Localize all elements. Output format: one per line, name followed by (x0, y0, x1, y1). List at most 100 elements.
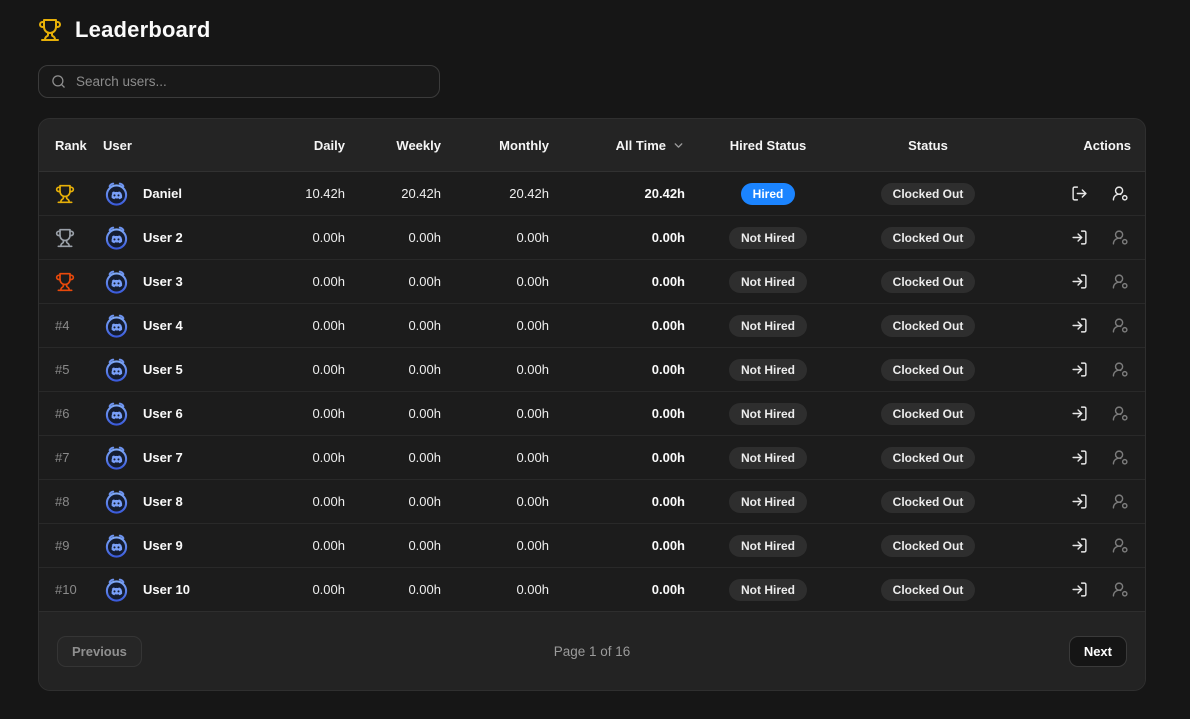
hired-status-badge: Not Hired (729, 534, 807, 557)
table-row: User 2 0.00h 0.00h 0.00h 0.00h Not Hired… (39, 216, 1145, 260)
user-manage-button[interactable] (1112, 537, 1129, 554)
daily-hours: 0.00h (312, 538, 345, 553)
discord-clock-avatar-icon (103, 576, 130, 603)
rank-trophy-icon (55, 272, 75, 292)
log-in-icon (1072, 362, 1087, 377)
user-manage-button[interactable] (1112, 273, 1129, 290)
daily-hours: 0.00h (312, 230, 345, 245)
clock-action-button[interactable] (1071, 185, 1088, 202)
user-manage-button[interactable] (1112, 361, 1129, 378)
weekly-hours: 0.00h (408, 230, 441, 245)
user-name: User 9 (143, 538, 183, 553)
daily-hours: 0.00h (312, 494, 345, 509)
weekly-hours: 20.42h (401, 186, 441, 201)
weekly-hours: 0.00h (408, 582, 441, 597)
clock-action-button[interactable] (1071, 273, 1088, 290)
table-header: Rank User Daily Weekly Monthly All Time … (39, 119, 1145, 172)
clock-action-button[interactable] (1071, 581, 1088, 598)
user-cell: User 2 (95, 224, 259, 251)
clock-action-button[interactable] (1071, 229, 1088, 246)
leaderboard-page: Leaderboard Rank User Daily Weekly Month… (0, 0, 1190, 719)
weekly-hours: 0.00h (408, 362, 441, 377)
weekly-hours: 0.00h (408, 406, 441, 421)
user-manage-button[interactable] (1112, 581, 1129, 598)
daily-hours: 0.00h (312, 406, 345, 421)
rank-number: #8 (55, 494, 70, 509)
page-title: Leaderboard (75, 17, 211, 42)
user-settings-icon (1112, 318, 1128, 333)
all-time-hours: 0.00h (651, 406, 685, 421)
status-badge: Clocked Out (880, 578, 976, 601)
status-badge: Clocked Out (880, 446, 976, 469)
chevron-down-icon (674, 142, 683, 148)
clock-action-button[interactable] (1071, 493, 1088, 510)
status-badge: Clocked Out (880, 534, 976, 557)
clock-action-button[interactable] (1071, 361, 1088, 378)
discord-clock-avatar-icon (103, 224, 130, 251)
user-manage-button[interactable] (1112, 185, 1129, 202)
monthly-hours: 0.00h (516, 318, 549, 333)
daily-hours: 0.00h (312, 274, 345, 289)
trophy-icon (39, 19, 61, 41)
clock-action-button[interactable] (1071, 449, 1088, 466)
user-manage-button[interactable] (1112, 229, 1129, 246)
table-row: #4 User 4 0.00h 0.00h 0.00h 0.00h Not Hi… (39, 304, 1145, 348)
log-in-icon (1072, 494, 1087, 509)
monthly-hours: 20.42h (509, 186, 549, 201)
discord-clock-avatar-icon (103, 356, 130, 383)
clock-action-button[interactable] (1071, 537, 1088, 554)
column-header-rank: Rank (55, 137, 87, 153)
discord-clock-avatar-icon (103, 180, 130, 207)
user-settings-icon (1112, 186, 1128, 201)
status-badge: Clocked Out (880, 314, 976, 337)
previous-page-button[interactable]: Previous (57, 635, 142, 667)
user-manage-button[interactable] (1112, 317, 1129, 334)
log-in-icon (1072, 538, 1087, 553)
user-settings-icon (1112, 406, 1128, 421)
daily-hours: 10.42h (305, 186, 345, 201)
log-in-icon (1072, 406, 1087, 421)
discord-clock-avatar-icon (103, 488, 130, 515)
discord-clock-avatar-icon (103, 400, 130, 427)
monthly-hours: 0.00h (516, 406, 549, 421)
user-cell: User 7 (95, 444, 259, 471)
user-manage-button[interactable] (1112, 449, 1129, 466)
clock-action-button[interactable] (1071, 317, 1088, 334)
all-time-hours: 0.00h (651, 230, 685, 245)
user-manage-button[interactable] (1112, 405, 1129, 422)
weekly-hours: 0.00h (408, 318, 441, 333)
column-header-all-time-label: All Time (615, 137, 666, 153)
log-in-icon (1072, 274, 1087, 289)
user-manage-button[interactable] (1112, 493, 1129, 510)
user-name: User 4 (143, 318, 183, 333)
log-in-icon (1072, 582, 1087, 597)
table-body: Daniel 10.42h 20.42h 20.42h 20.42h Hired… (39, 172, 1145, 611)
user-name: User 10 (143, 582, 190, 597)
status-badge: Clocked Out (880, 358, 976, 381)
pagination: Previous Page 1 of 16 Next (39, 611, 1145, 690)
user-name: Daniel (143, 186, 183, 201)
search-input[interactable] (76, 74, 427, 89)
clock-action-button[interactable] (1071, 405, 1088, 422)
next-page-button[interactable]: Next (1068, 635, 1127, 667)
page-header: Leaderboard (38, 17, 210, 43)
page-info: Page 1 of 16 (553, 643, 631, 659)
table-row: #6 User 6 0.00h 0.00h 0.00h 0.00h Not Hi… (39, 392, 1145, 436)
table-row: #5 User 5 0.00h 0.00h 0.00h 0.00h Not Hi… (39, 348, 1145, 392)
table-row: #8 User 8 0.00h 0.00h 0.00h 0.00h Not Hi… (39, 480, 1145, 524)
discord-clock-avatar-icon (103, 268, 130, 295)
weekly-hours: 0.00h (408, 450, 441, 465)
user-name: User 8 (143, 494, 183, 509)
search-icon (52, 75, 65, 88)
daily-hours: 0.00h (312, 582, 345, 597)
column-header-user: User (103, 137, 132, 153)
user-settings-icon (1112, 362, 1128, 377)
hired-status-badge: Not Hired (729, 402, 807, 425)
user-name: User 7 (143, 450, 183, 465)
table-row: #10 User 10 0.00h 0.00h 0.00h 0.00h Not … (39, 568, 1145, 611)
user-cell: User 8 (95, 488, 259, 515)
discord-clock-avatar-icon (103, 444, 130, 471)
column-header-all-time-sort-button[interactable]: All Time (557, 138, 693, 153)
column-header-hired-status: Hired Status (729, 137, 807, 153)
user-cell: User 10 (95, 576, 259, 603)
